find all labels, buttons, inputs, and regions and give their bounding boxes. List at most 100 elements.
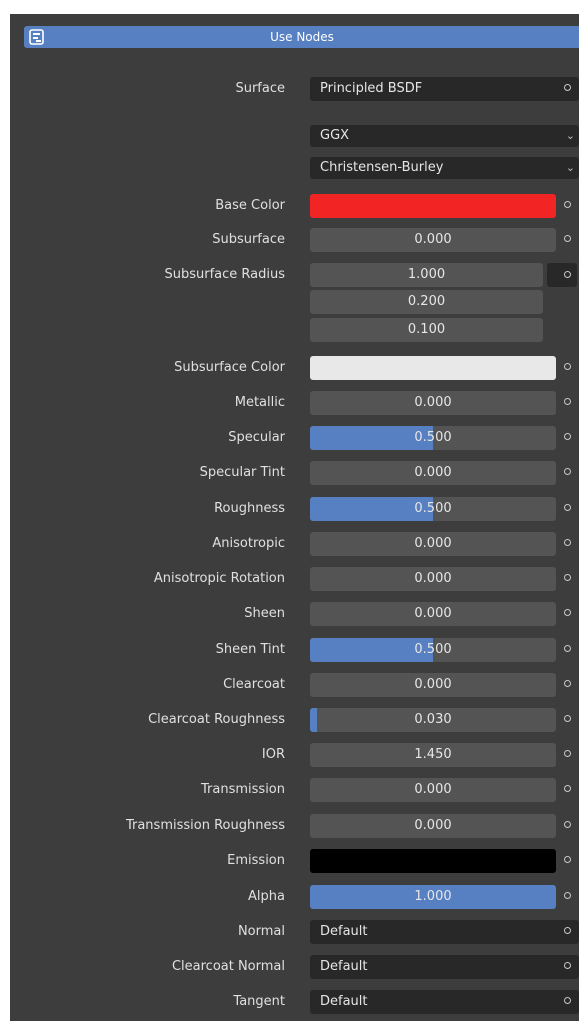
subsurface-label: Subsurface <box>212 232 285 247</box>
transmission-roughness-slider[interactable]: 0.000 <box>310 814 556 838</box>
roughness-row: Roughness 0.500 <box>10 497 579 521</box>
sheen-tint-slider[interactable]: 0.500 <box>310 638 556 662</box>
roughness-socket-icon[interactable] <box>564 504 571 511</box>
specular-socket-icon[interactable] <box>564 433 571 440</box>
subsurface-radius-x-value: 1.000 <box>407 267 446 282</box>
subsurface-value: 0.000 <box>414 232 452 247</box>
use-nodes-label: Use Nodes <box>270 30 334 44</box>
ior-socket-icon[interactable] <box>564 750 571 757</box>
base-color-row: Base Color <box>10 194 579 218</box>
transmission-socket-icon[interactable] <box>564 785 571 792</box>
subsurface-radius-z-field[interactable]: 0.100 <box>310 318 543 342</box>
subsurface-radius-label: Subsurface Radius <box>164 267 285 282</box>
clearcoat-roughness-slider[interactable]: 0.030 <box>310 708 556 732</box>
subsurface-color-socket-icon[interactable] <box>564 363 571 370</box>
chevron-down-icon: ⌄ <box>565 161 575 174</box>
anisotropic-rotation-row: Anisotropic Rotation 0.000 <box>10 567 579 591</box>
tangent-value: Default <box>320 994 368 1009</box>
tangent-socket-icon[interactable] <box>564 997 571 1004</box>
transmission-slider[interactable]: 0.000 <box>310 778 556 802</box>
clearcoat-roughness-row: Clearcoat Roughness 0.030 <box>10 708 579 732</box>
emission-row: Emission <box>10 849 579 873</box>
transmission-roughness-socket-icon[interactable] <box>564 821 571 828</box>
emission-color-swatch[interactable] <box>310 849 556 873</box>
anisotropic-slider[interactable]: 0.000 <box>310 532 556 556</box>
distribution-dropdown[interactable]: GGX ⌄ <box>310 125 579 147</box>
anisotropic-label: Anisotropic <box>212 536 285 551</box>
alpha-slider[interactable]: 1.000 <box>310 885 556 909</box>
surface-shader-menu[interactable]: Principled BSDF <box>310 77 579 101</box>
sheen-socket-icon[interactable] <box>564 609 571 616</box>
subsurface-color-label: Subsurface Color <box>174 360 285 375</box>
subsurface-row: Subsurface 0.000 <box>10 228 579 252</box>
roughness-value: 0.500 <box>414 501 452 516</box>
tangent-input[interactable]: Default <box>310 990 579 1014</box>
anisotropic-row: Anisotropic 0.000 <box>10 532 579 556</box>
anisotropic-rotation-socket-icon[interactable] <box>564 574 571 581</box>
subsurface-radius-row: Subsurface Radius 1.000 <box>10 263 579 287</box>
subsurface-method-row: Christensen-Burley ⌄ <box>10 157 579 181</box>
subsurface-color-swatch[interactable] <box>310 356 556 380</box>
subsurface-radius-link-button[interactable] <box>547 263 577 287</box>
emission-label: Emission <box>227 853 285 868</box>
subsurface-method-value: Christensen-Burley <box>320 160 444 175</box>
specular-tint-slider[interactable]: 0.000 <box>310 461 556 485</box>
subsurface-radius-y-field[interactable]: 0.200 <box>310 290 543 314</box>
normal-value: Default <box>320 924 368 939</box>
clearcoat-normal-input[interactable]: Default <box>310 955 579 979</box>
normal-label: Normal <box>237 924 285 939</box>
alpha-socket-icon[interactable] <box>564 892 571 899</box>
subsurface-slider[interactable]: 0.000 <box>310 228 556 252</box>
use-nodes-button[interactable]: Use Nodes <box>24 26 579 48</box>
metallic-value: 0.000 <box>414 395 452 410</box>
transmission-label: Transmission <box>201 782 285 797</box>
sheen-value: 0.000 <box>414 606 452 621</box>
metallic-slider[interactable]: 0.000 <box>310 391 556 415</box>
subsurface-radius-y-value: 0.200 <box>407 294 446 309</box>
specular-label: Specular <box>228 430 285 445</box>
normal-input[interactable]: Default <box>310 920 579 944</box>
base-color-swatch[interactable] <box>310 194 556 218</box>
specular-slider[interactable]: 0.500 <box>310 426 556 450</box>
clearcoat-value: 0.000 <box>414 677 452 692</box>
specular-tint-value: 0.000 <box>414 465 452 480</box>
sheen-slider[interactable]: 0.000 <box>310 602 556 626</box>
subsurface-radius-z-value: 0.100 <box>407 322 446 337</box>
specular-value: 0.500 <box>414 430 452 445</box>
roughness-slider[interactable]: 0.500 <box>310 497 556 521</box>
ior-field[interactable]: 1.450 <box>310 743 556 767</box>
surface-socket-icon[interactable] <box>564 84 571 91</box>
sheen-label: Sheen <box>244 606 285 621</box>
subsurface-radius-x-field[interactable]: 1.000 <box>310 263 543 287</box>
subsurface-method-dropdown[interactable]: Christensen-Burley ⌄ <box>310 157 579 179</box>
tangent-row: Tangent Default <box>10 990 579 1014</box>
normal-socket-icon[interactable] <box>564 927 571 934</box>
clearcoat-normal-row: Clearcoat Normal Default <box>10 955 579 979</box>
emission-socket-icon[interactable] <box>564 856 571 863</box>
tangent-label: Tangent <box>233 994 285 1009</box>
material-surface-panel: Use Nodes Surface Principled BSDF GGX ⌄ … <box>10 14 579 1021</box>
anisotropic-socket-icon[interactable] <box>564 539 571 546</box>
transmission-value: 0.000 <box>414 782 452 797</box>
alpha-value: 1.000 <box>414 889 452 904</box>
anisotropic-rotation-slider[interactable]: 0.000 <box>310 567 556 591</box>
specular-tint-socket-icon[interactable] <box>564 468 571 475</box>
clearcoat-normal-socket-icon[interactable] <box>564 962 571 969</box>
metallic-label: Metallic <box>234 395 285 410</box>
clearcoat-roughness-socket-icon[interactable] <box>564 715 571 722</box>
specular-row: Specular 0.500 <box>10 426 579 450</box>
base-color-socket-icon[interactable] <box>564 201 571 208</box>
subsurface-socket-icon[interactable] <box>564 235 571 242</box>
sheen-tint-socket-icon[interactable] <box>564 645 571 652</box>
roughness-label: Roughness <box>214 501 285 516</box>
ior-label: IOR <box>261 747 285 762</box>
surface-label: Surface <box>235 81 285 96</box>
transmission-roughness-value: 0.000 <box>414 818 452 833</box>
subsurface-color-row: Subsurface Color <box>10 356 579 380</box>
transmission-roughness-row: Transmission Roughness 0.000 <box>10 814 579 838</box>
clearcoat-slider[interactable]: 0.000 <box>310 673 556 697</box>
clearcoat-row: Clearcoat 0.000 <box>10 673 579 697</box>
metallic-socket-icon[interactable] <box>564 398 571 405</box>
clearcoat-socket-icon[interactable] <box>564 680 571 687</box>
clearcoat-label: Clearcoat <box>223 677 285 692</box>
